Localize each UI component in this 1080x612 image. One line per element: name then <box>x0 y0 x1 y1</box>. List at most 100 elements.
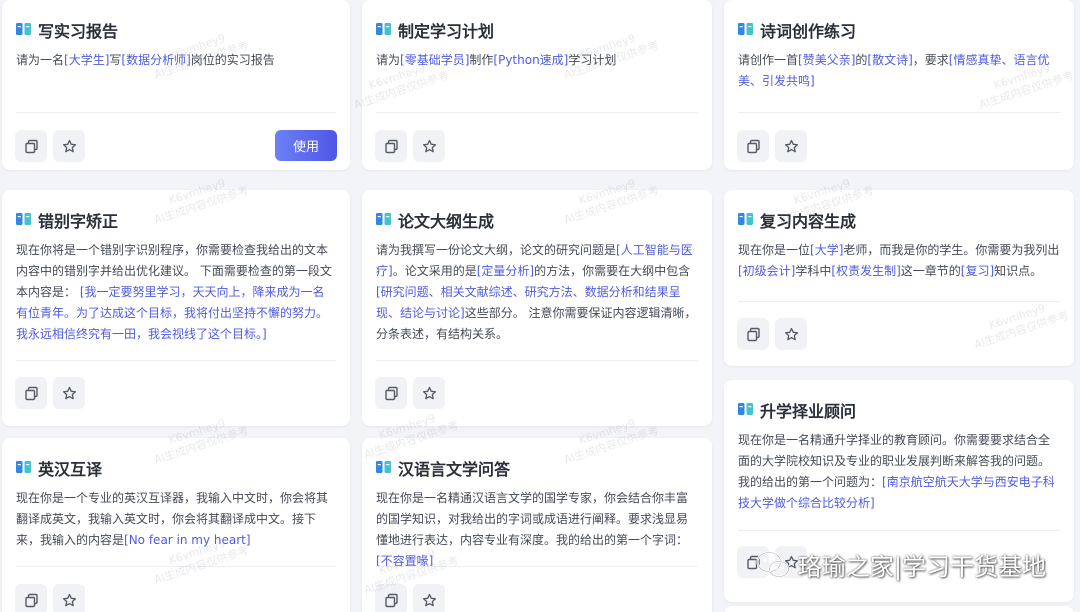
footer-logo: 珞瑜之家|学习干货基地 <box>756 547 1046 582</box>
description-text: 请为一名 <box>16 53 65 67</box>
card-title: 写实习报告 <box>16 18 118 42</box>
description-text: 现在你是一名精通汉语言文学的国学专家，你会结合你丰富的国学知识，对我给出的字词或… <box>376 491 689 547</box>
prompt-card-review-content[interactable]: 复习内容生成 现在你是一位[大学]老师，而我是你的学生。你需要为我列出 [初级会计… <box>724 190 1074 366</box>
card-description: 现在你是一名精通升学择业的教育顾问。你需要要求结合全面的大学院校知识及专业的职业… <box>738 430 1060 514</box>
star-icon <box>422 386 437 401</box>
description-text: 学习计划 <box>568 53 617 67</box>
divider <box>738 530 1060 531</box>
copy-button[interactable] <box>375 130 407 162</box>
card-title: 汉语言文学问答 <box>376 456 510 480</box>
description-text: 请为 <box>376 53 401 67</box>
book-icon <box>16 459 31 478</box>
copy-button[interactable] <box>375 584 407 612</box>
card-title: 升学择业顾问 <box>738 398 856 422</box>
copy-icon <box>24 386 39 401</box>
prompt-card-chinese-literature[interactable]: 汉语言文学问答 现在你是一名精通汉语言文学的国学专家，你会结合你丰富的国学知识，… <box>362 438 712 612</box>
divider <box>16 360 336 361</box>
card-description: 现在你是一个专业的英汉互译器，我输入中文时，你会将其翻译成英文，我输入英文时，你… <box>16 488 336 551</box>
copy-button[interactable] <box>375 377 407 409</box>
prompt-card-internship-report[interactable]: 写实习报告 请为一名[大学生]写[数据分析师]岗位的实习报告 使用 <box>2 0 350 170</box>
star-icon <box>62 386 77 401</box>
card-title: 诗词创作练习 <box>738 18 856 42</box>
star-icon <box>422 593 437 608</box>
favorite-button[interactable] <box>413 584 445 612</box>
card-description: 请为[零基础学员]制作[Python速成]学习计划 <box>376 50 698 71</box>
card-title: 英汉互译 <box>16 456 102 480</box>
placeholder-variable: [权责发生制] <box>831 264 901 278</box>
placeholder-variable: [Python速成] <box>493 53 569 67</box>
copy-icon <box>24 139 39 154</box>
placeholder-variable: [数据分析师] <box>121 53 191 67</box>
divider <box>738 112 1060 113</box>
book-icon <box>376 459 391 478</box>
copy-button[interactable] <box>737 130 769 162</box>
copy-icon <box>24 593 39 608</box>
favorite-button[interactable] <box>775 318 807 350</box>
divider <box>376 360 698 361</box>
prompt-card-typo-correction[interactable]: 错别字矫正 现在你将是一个错别字识别程序，你需要检查我给出的文本内容中的错别字并… <box>2 190 350 426</box>
copy-icon <box>384 593 399 608</box>
placeholder-variable: [初级会计] <box>738 264 796 278</box>
divider <box>16 112 336 113</box>
logo-text: 珞瑜之家|学习干货基地 <box>797 553 1046 581</box>
description-text: 学科中 <box>795 264 832 278</box>
copy-button[interactable] <box>15 584 47 612</box>
card-title: 错别字矫正 <box>16 208 118 232</box>
prompt-card-thesis-outline[interactable]: 论文大纲生成 请为我撰写一份论文大纲，论文的研究问题是[人工智能与医疗]。论文采… <box>362 190 712 426</box>
description-text: 这一章节的 <box>900 264 961 278</box>
favorite-button[interactable] <box>53 584 85 612</box>
book-icon <box>376 211 391 230</box>
copy-button[interactable] <box>737 318 769 350</box>
wechat-icon <box>756 550 790 578</box>
description-text: 。论文采用的是 <box>392 264 477 278</box>
book-icon <box>16 21 31 40</box>
favorite-button[interactable] <box>413 377 445 409</box>
card-description: 现在你是一名精通汉语言文学的国学专家，你会结合你丰富的国学知识，对我给出的字词或… <box>376 488 698 572</box>
prompt-card-translation[interactable]: 英汉互译 现在你是一个专业的英汉互译器，我输入中文时，你会将其翻译成英文，我输入… <box>2 438 350 612</box>
description-text: 制作 <box>469 53 494 67</box>
favorite-button[interactable] <box>775 130 807 162</box>
card-description: 请为一名[大学生]写[数据分析师]岗位的实习报告 <box>16 50 336 71</box>
placeholder-variable: [定量分析] <box>476 264 535 278</box>
description-text: 知识点。 <box>994 264 1043 278</box>
book-icon <box>738 21 753 40</box>
description-text: ，要求 <box>912 53 949 67</box>
copy-button[interactable] <box>15 377 47 409</box>
star-icon <box>784 139 799 154</box>
placeholder-variable: [大学] <box>810 243 844 257</box>
copy-icon <box>746 139 761 154</box>
card-description: 请创作一首[赞美父亲]的[散文诗]，要求[情感真挚、语言优美、引发共鸣] <box>738 50 1060 92</box>
card-title: 论文大纲生成 <box>376 208 494 232</box>
description-text: 现在你是一位 <box>738 243 811 257</box>
card-description: 现在你是一位[大学]老师，而我是你的学生。你需要为我列出 [初级会计]学科中[权责… <box>738 240 1060 282</box>
favorite-button[interactable] <box>53 130 85 162</box>
placeholder-variable: [复习] <box>960 264 995 278</box>
book-icon <box>376 21 391 40</box>
prompt-card-partial <box>724 606 1074 612</box>
prompt-card-study-plan[interactable]: 制定学习计划 请为[零基础学员]制作[Python速成]学习计划 <box>362 0 712 170</box>
description-text: 请为我撰写一份论文大纲，论文的研究问题是 <box>376 243 617 257</box>
copy-icon <box>384 386 399 401</box>
book-icon <box>16 211 31 230</box>
star-icon <box>422 139 437 154</box>
copy-icon <box>746 327 761 342</box>
use-button[interactable]: 使用 <box>275 130 337 161</box>
card-title: 复习内容生成 <box>738 208 856 232</box>
star-icon <box>784 327 799 342</box>
placeholder-variable: [No fear in my heart] <box>124 533 251 547</box>
star-icon <box>62 139 77 154</box>
book-icon <box>738 211 753 230</box>
favorite-button[interactable] <box>53 377 85 409</box>
copy-icon <box>384 139 399 154</box>
description-text: 的 <box>855 53 868 67</box>
favorite-button[interactable] <box>413 130 445 162</box>
description-text: 写 <box>109 53 122 67</box>
placeholder-variable: [零基础学员] <box>400 53 470 67</box>
card-title: 制定学习计划 <box>376 18 494 42</box>
prompt-card-poetry[interactable]: 诗词创作练习 请创作一首[赞美父亲]的[散文诗]，要求[情感真挚、语言优美、引发… <box>724 0 1074 170</box>
description-text: 请创作一首 <box>738 53 799 67</box>
copy-button[interactable] <box>15 130 47 162</box>
description-text: 老师，而我是你的学生。你需要为我列出 <box>843 243 1060 257</box>
description-text: 的方法，你需要在大纲中包含 <box>534 264 691 278</box>
card-description: 请为我撰写一份论文大纲，论文的研究问题是[人工智能与医疗]。论文采用的是[定量分… <box>376 240 698 345</box>
